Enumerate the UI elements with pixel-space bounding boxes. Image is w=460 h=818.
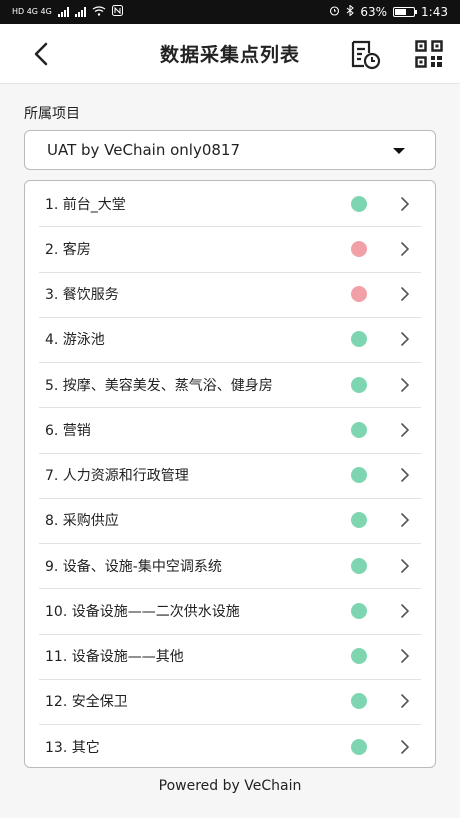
list-item-label: 13. 其它	[45, 739, 100, 756]
status-dot	[351, 331, 367, 348]
back-button[interactable]	[28, 40, 56, 68]
chevron-right-icon	[401, 287, 410, 301]
list-item-label: 10. 设备设施——二次供水设施	[45, 603, 240, 620]
status-dot	[351, 376, 367, 393]
battery-percent: 63%	[360, 5, 388, 19]
alarm-icon	[329, 5, 340, 19]
chevron-right-icon	[401, 423, 410, 437]
record-button[interactable]	[350, 39, 382, 71]
list-item[interactable]: 5. 按摩、美容美发、蒸气浴、健身房	[25, 362, 435, 407]
qr-code-icon	[415, 40, 443, 68]
list-item-label: 6. 营销	[45, 422, 91, 439]
list-item[interactable]: 9. 设备、设施-集中空调系统	[25, 543, 435, 588]
chevron-right-icon	[401, 739, 410, 754]
project-select[interactable]: UAT by VeChain only0817	[24, 130, 436, 170]
chevron-right-icon	[401, 377, 410, 392]
chevron-right-icon	[401, 196, 410, 211]
network-type-text: HD 4G 4G	[12, 7, 52, 16]
list-item[interactable]: 1. 前台_大堂	[25, 181, 435, 226]
qr-scan-button[interactable]	[415, 40, 443, 68]
battery-fill	[395, 9, 407, 15]
status-dot	[351, 467, 367, 484]
list-item[interactable]: 3. 餐饮服务	[25, 271, 435, 317]
list-item-label: 3. 餐饮服务	[45, 287, 119, 304]
chevron-right-icon	[401, 604, 410, 618]
status-dot	[351, 240, 367, 257]
list-item-label: 5. 按摩、美容美发、蒸气浴、健身房	[45, 377, 273, 394]
document-clock-icon	[351, 40, 381, 70]
collection-point-list: 1. 前台_大堂 2. 客房 3. 餐饮服务 4. 游泳池 5. 按摩、美容美发、蒸气浴…	[24, 180, 436, 768]
status-left: HD 4G 4G	[12, 5, 123, 19]
status-dot	[351, 286, 367, 303]
list-item-label: 9. 设备、设施-集中空调系统	[45, 558, 222, 575]
list-item-label: 11. 设备设施——其他	[45, 649, 184, 666]
chevron-left-icon	[34, 42, 48, 66]
chevron-right-icon	[401, 649, 410, 663]
list-item[interactable]: 2. 客房	[25, 226, 435, 271]
status-right: 63% 1:43	[329, 4, 448, 19]
status-dot	[351, 557, 367, 574]
project-label: 所属项目	[24, 106, 80, 122]
chevron-right-icon	[401, 558, 410, 573]
status-dot	[351, 512, 367, 529]
status-dot	[351, 648, 367, 665]
nfc-icon	[111, 5, 123, 19]
chevron-right-icon	[401, 468, 410, 482]
signal-icon	[57, 7, 69, 17]
list-item-label: 8. 采购供应	[45, 513, 119, 530]
list-item-label: 2. 客房	[45, 241, 91, 258]
status-dot	[351, 421, 367, 438]
clock: 1:43	[421, 5, 448, 19]
chevron-right-icon	[401, 242, 410, 256]
status-dot	[351, 195, 367, 212]
page-title: 数据采集点列表	[159, 44, 300, 66]
list-item[interactable]: 8. 采购供应	[25, 497, 435, 543]
status-dot	[351, 602, 367, 619]
list-item-label: 7. 人力资源和行政管理	[45, 468, 189, 485]
status-dot	[351, 738, 367, 755]
list-item-label: 1. 前台_大堂	[45, 196, 126, 213]
list-item[interactable]: 4. 游泳池	[25, 316, 435, 362]
battery-icon	[393, 7, 418, 17]
powered-by-footer: Powered by VeChain	[158, 778, 302, 794]
caret-down-icon	[393, 148, 405, 154]
list-item[interactable]: 6. 营销	[25, 407, 435, 452]
list-item[interactable]: 13. 其它	[25, 724, 435, 767]
chevron-right-icon	[401, 513, 410, 528]
list-item-label: 4. 游泳池	[45, 332, 105, 349]
list-item-label: 12. 安全保卫	[45, 694, 128, 711]
bluetooth-icon	[346, 4, 355, 19]
project-select-value: UAT by VeChain only0817	[47, 141, 241, 159]
status-bar: HD 4G 4G 63% 1:43	[0, 0, 460, 24]
wifi-icon	[92, 5, 106, 19]
signal-icon-2	[74, 7, 86, 17]
list-item[interactable]: 7. 人力资源和行政管理	[25, 452, 435, 498]
status-dot	[351, 693, 367, 710]
list-item[interactable]: 12. 安全保卫	[25, 678, 435, 724]
chevron-right-icon	[401, 332, 410, 347]
nav-bar: 数据采集点列表	[0, 24, 460, 84]
list-item[interactable]: 10. 设备设施——二次供水设施	[25, 588, 435, 633]
list-item[interactable]: 11. 设备设施——其他	[25, 633, 435, 679]
chevron-right-icon	[401, 694, 410, 709]
